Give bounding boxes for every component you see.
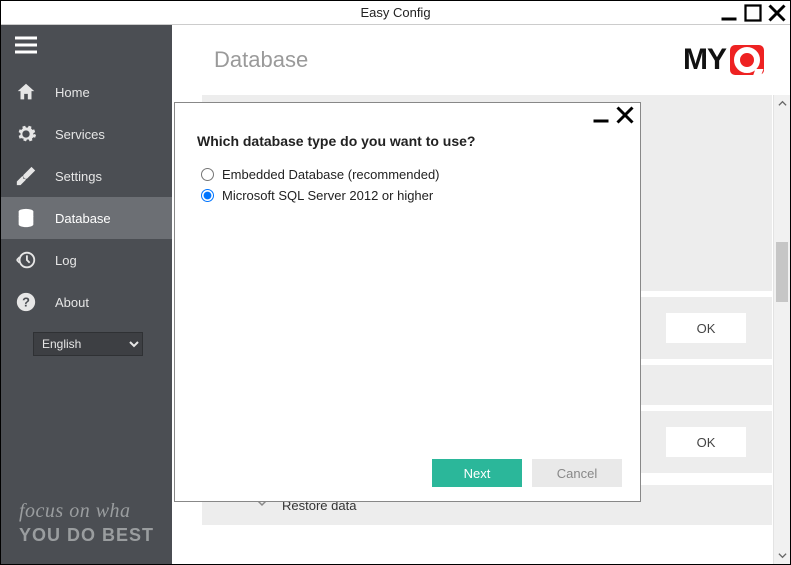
sidebar-item-about[interactable]: ? About — [1, 281, 172, 323]
close-button[interactable] — [768, 5, 786, 21]
brand-logo: MY — [683, 43, 764, 77]
logo-q-icon — [730, 45, 764, 75]
tagline-line2: YOU DO BEST — [19, 525, 154, 546]
dialog-titlebar — [175, 103, 640, 127]
sidebar-item-database[interactable]: Database — [1, 197, 172, 239]
minimize-button[interactable] — [720, 5, 738, 21]
scrollbar-track[interactable] — [774, 112, 790, 547]
window-title: Easy Config — [360, 5, 430, 20]
option-embedded[interactable]: Embedded Database (recommended) — [197, 167, 618, 182]
home-icon — [15, 81, 37, 103]
page-title: Database — [214, 47, 308, 73]
scrollbar-thumb[interactable] — [776, 242, 788, 302]
menu-toggle-button[interactable] — [1, 25, 172, 65]
option-sqlserver[interactable]: Microsoft SQL Server 2012 or higher — [197, 188, 618, 203]
dialog-close-button[interactable] — [616, 107, 634, 123]
sidebar-item-label: Home — [55, 85, 90, 100]
option-label: Microsoft SQL Server 2012 or higher — [222, 188, 433, 203]
tagline-line1: focus on wha — [19, 500, 154, 523]
language-selector-row: A文 English — [1, 325, 172, 363]
tools-icon — [15, 165, 37, 187]
question-icon: ? — [15, 291, 37, 313]
sidebar-item-label: Database — [55, 211, 111, 226]
sidebar: Home Services Settings Database Log — [1, 25, 172, 564]
next-button[interactable]: Next — [432, 459, 522, 487]
dialog-question: Which database type do you want to use? — [197, 133, 618, 149]
sidebar-item-log[interactable]: Log — [1, 239, 172, 281]
sidebar-item-settings[interactable]: Settings — [1, 155, 172, 197]
sidebar-item-services[interactable]: Services — [1, 113, 172, 155]
sidebar-item-label: Services — [55, 127, 105, 142]
sidebar-item-label: About — [55, 295, 89, 310]
radio-embedded[interactable] — [201, 168, 214, 181]
tagline: focus on wha YOU DO BEST — [19, 500, 154, 546]
logo-text: MY — [683, 43, 726, 77]
titlebar: Easy Config — [1, 1, 790, 25]
gear-icon — [15, 123, 37, 145]
page-header: Database MY — [172, 25, 790, 95]
ok-button[interactable]: OK — [666, 427, 746, 457]
maximize-button[interactable] — [744, 5, 762, 21]
ok-button[interactable]: OK — [666, 313, 746, 343]
scroll-up-button[interactable] — [774, 95, 790, 112]
language-select[interactable]: English — [33, 332, 143, 356]
cancel-button[interactable]: Cancel — [532, 459, 622, 487]
sidebar-item-label: Log — [55, 253, 77, 268]
vertical-scrollbar[interactable] — [773, 95, 790, 564]
database-icon — [15, 207, 37, 229]
sidebar-item-home[interactable]: Home — [1, 71, 172, 113]
svg-text:?: ? — [22, 295, 30, 310]
dialog-minimize-button[interactable] — [592, 107, 610, 123]
app-window: Easy Config Home Services — [0, 0, 791, 565]
sidebar-item-label: Settings — [55, 169, 102, 184]
scroll-down-button[interactable] — [774, 547, 790, 564]
database-type-dialog: Which database type do you want to use? … — [174, 102, 641, 502]
radio-sqlserver[interactable] — [201, 189, 214, 202]
option-label: Embedded Database (recommended) — [222, 167, 440, 182]
history-icon — [15, 249, 37, 271]
